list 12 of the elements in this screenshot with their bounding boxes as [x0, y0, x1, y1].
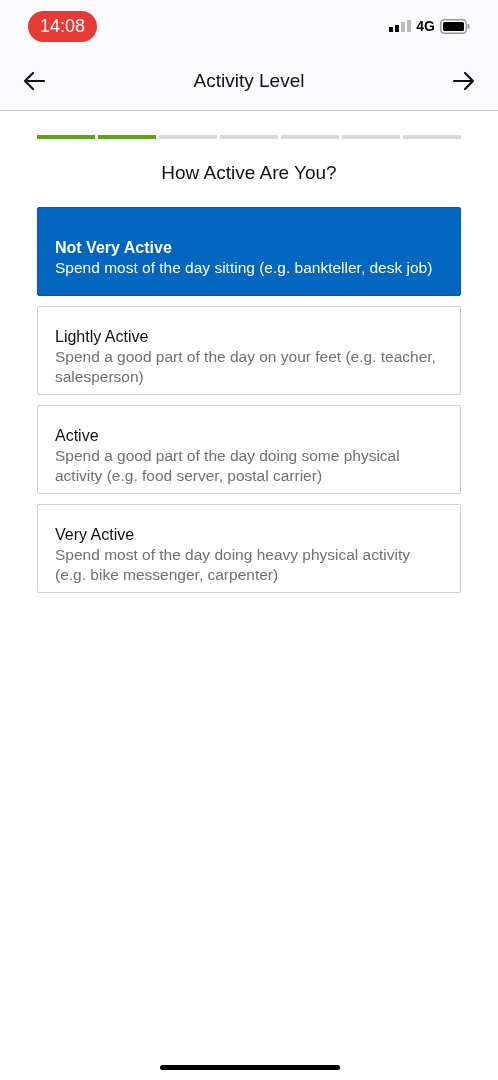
activity-option[interactable]: Active Spend a good part of the day doing some physical activity (e.g. food server, postal carrier) — [37, 404, 461, 494]
activity-option[interactable]: Very Active Spend most of the day doing heavy physical activity (e.g. bike messenger, carpenter) — [37, 503, 461, 593]
forward-arrow-icon[interactable] — [452, 71, 476, 91]
activity-option[interactable]: Not Very Active Spend most of the day sitting (e.g. bankteller, desk job) — [37, 206, 461, 296]
status-time: 14:08 — [28, 10, 98, 42]
network-label: 4G — [416, 16, 435, 36]
page-title: Activity Level — [193, 68, 305, 93]
question-heading: How Active Are You? — [160, 161, 338, 185]
signal-icon — [389, 20, 412, 32]
activity-option[interactable]: Lightly Active Spend a good part of the day on your feet (e.g. teacher, salesperson) — [37, 305, 461, 395]
back-arrow-icon[interactable] — [22, 71, 46, 91]
battery-icon — [440, 18, 470, 34]
